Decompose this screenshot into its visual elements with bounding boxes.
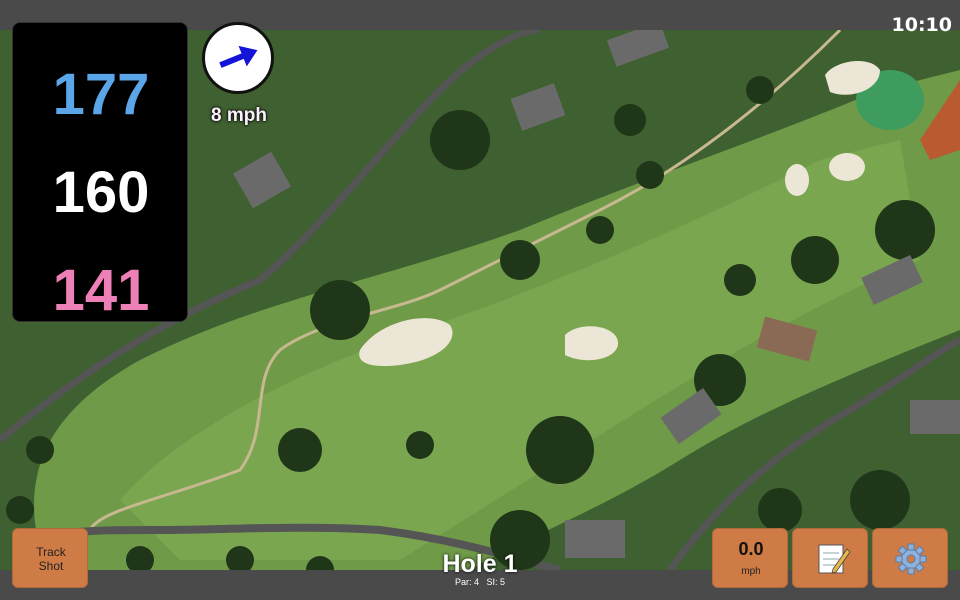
front-yardage: 141 (52, 258, 150, 323)
notepad-icon (818, 544, 851, 574)
si-label: SI: 5 (486, 577, 506, 587)
track-shot-line2: Shot (38, 559, 64, 573)
middle-yardage: 160 (52, 160, 150, 225)
hole-title: Hole 1 (442, 550, 518, 578)
wind-speed: 8 mph (211, 105, 267, 126)
speed-value: 0.0 (738, 539, 764, 559)
clock: 10:10 (891, 14, 952, 36)
speed-unit: mph (741, 566, 761, 577)
yardage-panel: 177 160 141 (12, 22, 188, 322)
par-label: Par: 4 (454, 577, 479, 587)
settings-button[interactable] (872, 528, 948, 588)
track-shot-label: Track Shot (13, 545, 89, 573)
arrow-right-icon (219, 45, 258, 68)
speed-button[interactable]: 0.0 mph (712, 528, 788, 588)
track-shot-button[interactable]: Track Shot (12, 528, 88, 588)
hole-info: Par: 4 SI: 5 (400, 577, 560, 587)
notes-button[interactable] (792, 528, 868, 588)
back-yardage: 177 (52, 62, 150, 127)
gear-icon (895, 543, 927, 575)
wind-indicator (202, 22, 274, 94)
track-shot-line1: Track (36, 545, 66, 559)
